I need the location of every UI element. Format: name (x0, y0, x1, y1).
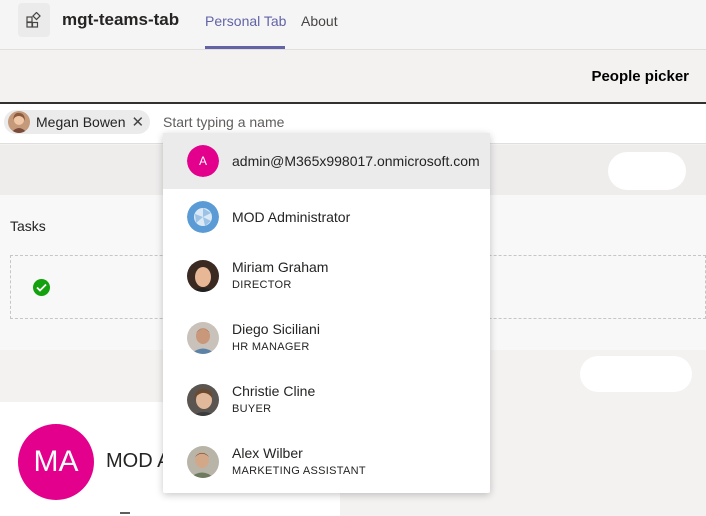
app-header: mgt-teams-tab Personal Tab About (0, 0, 706, 50)
divider (120, 512, 130, 514)
christie-cline-avatar (187, 384, 219, 416)
megan-bowen-avatar (8, 111, 30, 133)
active-tab-indicator (205, 46, 285, 49)
people-suggestions-dropdown: A admin@M365x998017.onmicrosoft.com MOD … (163, 133, 490, 493)
suggestion-item[interactable]: MOD Administrator (163, 189, 490, 245)
page-heading: People picker (591, 68, 689, 85)
suggestion-name: Miriam Graham (232, 259, 329, 275)
suggestion-item[interactable]: Miriam Graham DIRECTOR (163, 247, 490, 303)
suggestion-name: MOD Administrator (232, 209, 351, 225)
suggestion-item[interactable]: Christie Cline BUYER (163, 371, 490, 427)
suggestion-title: DIRECTOR (232, 279, 292, 291)
miriam-graham-avatar (187, 260, 219, 292)
suggestion-name: Alex Wilber (232, 445, 303, 461)
placeholder-shape (580, 356, 692, 392)
suggestion-title: HR MANAGER (232, 341, 310, 353)
suggestion-name: admin@M365x998017.onmicrosoft.com (232, 153, 480, 169)
close-icon[interactable]: ✕ (132, 115, 145, 130)
suggestion-item[interactable]: A admin@M365x998017.onmicrosoft.com (163, 133, 490, 189)
tasks-label: Tasks (10, 218, 46, 234)
suggestion-name: Christie Cline (232, 383, 316, 399)
selected-person-chip[interactable]: Megan Bowen ✕ (4, 110, 151, 134)
person-card-avatar: MA (18, 424, 94, 500)
suggestion-title: BUYER (232, 403, 272, 415)
suggestion-name: Diego Siciliani (232, 321, 320, 337)
suggestion-item[interactable]: Alex Wilber MARKETING ASSISTANT (163, 433, 490, 489)
selected-person-name: Megan Bowen (36, 114, 126, 130)
initial-avatar: A (187, 145, 219, 177)
person-card-name: MOD A (106, 450, 171, 472)
diego-siciliani-avatar (187, 322, 219, 354)
alex-wilber-avatar (187, 446, 219, 478)
checkmark-icon[interactable] (33, 279, 50, 296)
tab-about[interactable]: About (301, 13, 338, 29)
suggestion-item[interactable]: Diego Siciliani HR MANAGER (163, 309, 490, 365)
placeholder-shape (608, 152, 686, 190)
people-search-input[interactable] (163, 114, 483, 130)
suggestion-title: MARKETING ASSISTANT (232, 465, 366, 477)
app-grid-icon (26, 12, 41, 28)
mod-administrator-avatar (187, 201, 219, 233)
app-title: mgt-teams-tab (62, 10, 180, 29)
tab-personal-tab[interactable]: Personal Tab (205, 13, 286, 29)
app-icon[interactable] (18, 3, 50, 37)
